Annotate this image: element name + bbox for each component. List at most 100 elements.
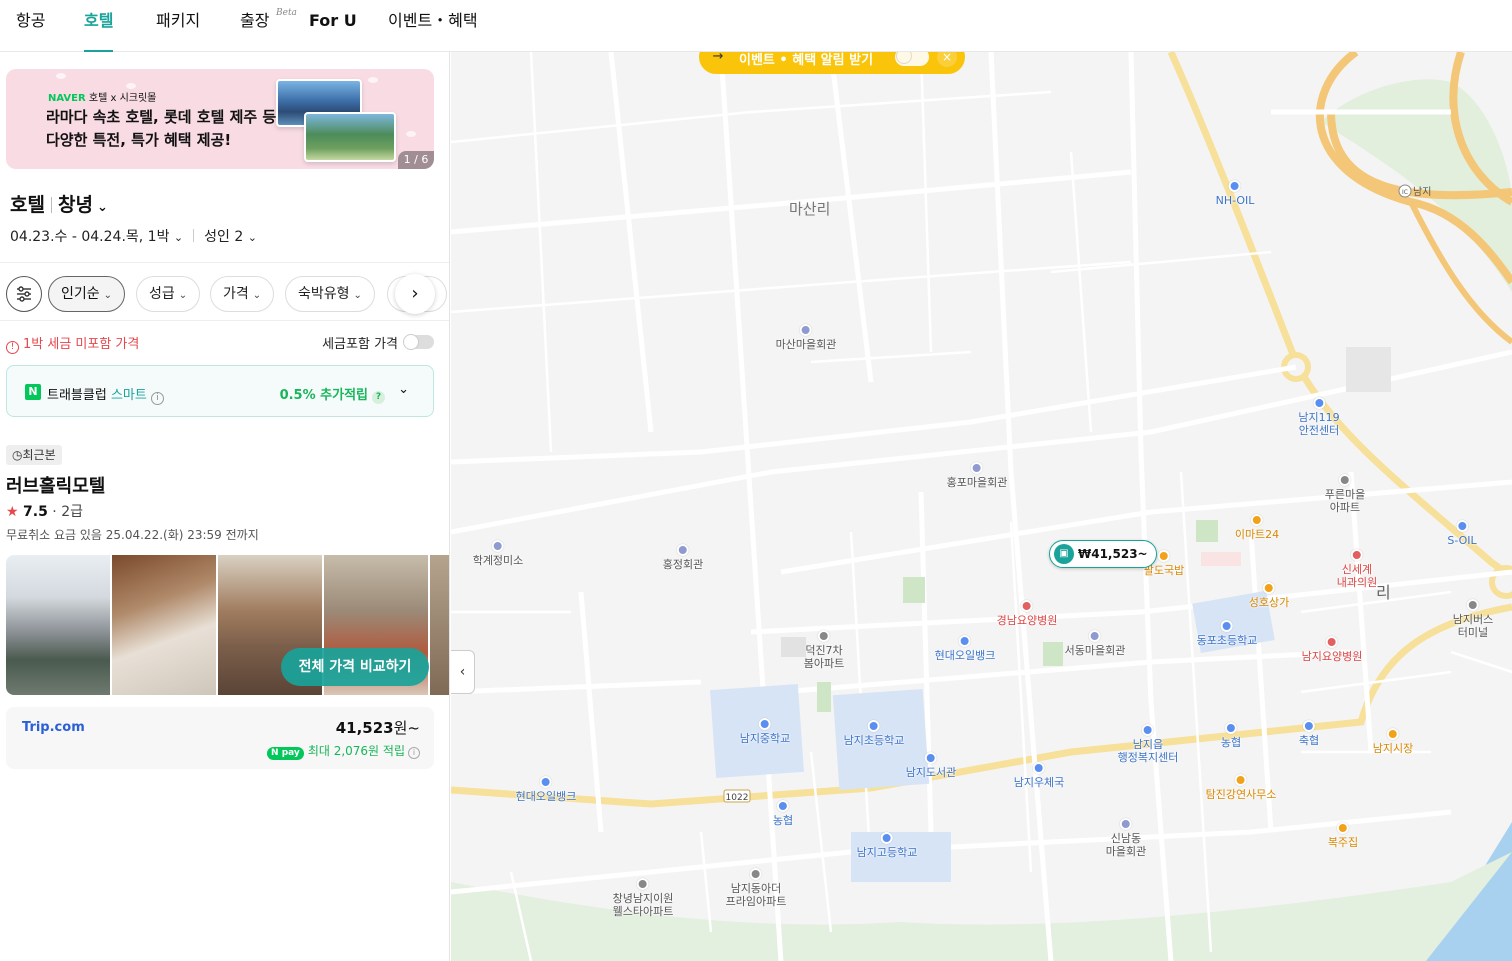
area-label: 마산리 xyxy=(789,200,831,218)
chevron-right-icon[interactable]: › xyxy=(395,274,435,314)
poi-marker-icon xyxy=(1225,722,1237,734)
map-poi[interactable]: 마산마을회관 xyxy=(776,324,836,351)
map-poi[interactable]: 남지119 안전센터 xyxy=(1298,397,1340,437)
petal-decoration xyxy=(56,73,66,79)
poi-label: 농협 xyxy=(1220,736,1242,749)
map-poi[interactable]: 남지중학교 xyxy=(740,718,790,745)
map-poi[interactable]: 남지동아더 프라임아파트 xyxy=(726,868,786,908)
map-poi[interactable]: 서동마을회관 xyxy=(1064,630,1126,657)
poi-marker-icon xyxy=(1386,728,1399,740)
banner-headline: 라마다 속초 호텔, 롯데 호텔 제주 등 xyxy=(46,108,277,126)
map-poi[interactable]: 성호상가 xyxy=(1249,582,1289,609)
poi-label: 남지읍 xyxy=(1132,738,1164,751)
naver-n-icon: N xyxy=(25,384,41,400)
stay-type-filter[interactable]: 숙박유형 ⌄ xyxy=(285,276,375,312)
tab-packages[interactable]: 패키지 xyxy=(156,0,200,52)
banner-subheadline: 다양한 특전, 특가 혜택 제공! xyxy=(46,131,232,149)
poi-label: 마을회관 xyxy=(1105,845,1147,858)
poi-marker-icon xyxy=(867,720,880,732)
poi-label: 창녕남지이원 xyxy=(612,892,674,905)
map-poi[interactable]: 이마트24 xyxy=(1235,514,1279,541)
chevron-down-icon[interactable]: ⌄ xyxy=(398,382,409,397)
poi-marker-icon xyxy=(539,776,552,788)
filter-settings-button[interactable] xyxy=(6,276,42,312)
poi-label: 동포초등학교 xyxy=(1196,634,1258,647)
collapse-panel-button[interactable]: ‹ xyxy=(451,650,475,694)
map-poi[interactable]: 탐진강연사무소 xyxy=(1206,774,1276,801)
map-poi[interactable]: 남지시장 xyxy=(1373,728,1413,755)
tab-events[interactable]: 이벤트・혜택 xyxy=(388,0,478,52)
map-poi[interactable]: 남지초등학교 xyxy=(844,720,904,747)
promo-banner[interactable]: NAVER 호텔 x 시크릿몰 라마다 속초 호텔, 롯데 호텔 제주 등 다양… xyxy=(6,69,434,169)
map-poi[interactable]: 신남동 마을회관 xyxy=(1106,818,1146,858)
chevron-down-icon: ⌄ xyxy=(103,290,113,301)
sort-dropdown[interactable]: 인기순 ⌄ xyxy=(48,276,126,312)
compare-prices-button[interactable]: 전체 가격 비교하기 xyxy=(281,648,429,686)
map-poi[interactable]: 남지버스 터미널 xyxy=(1453,599,1493,639)
map-poi[interactable]: 남지요양병원 xyxy=(1302,636,1362,663)
map-poi[interactable]: NH-OIL xyxy=(1216,180,1254,207)
poi-marker-icon xyxy=(817,630,830,642)
tab-business-trip[interactable]: 출장 xyxy=(240,0,269,52)
map-poi[interactable]: 축협 xyxy=(1299,720,1319,747)
map-poi[interactable]: 남지읍 행정복지센터 xyxy=(1118,724,1178,764)
hotel-photo[interactable] xyxy=(430,555,449,695)
poi-marker-icon xyxy=(1337,822,1349,834)
poi-marker-icon xyxy=(1032,762,1045,774)
map-view[interactable]: 1022 IC 남지 리 마산리 마산마을회관 홍포마을회관 학계정미소 홍정회관 NH… xyxy=(451,52,1512,961)
banner-brand: NAVER 호텔 x 시크릿몰 xyxy=(48,93,157,104)
price-filter[interactable]: 가격 ⌄ xyxy=(210,276,275,312)
map-poi[interactable]: 홍정회관 xyxy=(663,544,703,571)
star-icon: ★ xyxy=(6,504,19,520)
map-poi[interactable]: 남지도서관 xyxy=(906,752,956,779)
tax-toggle[interactable] xyxy=(403,334,434,350)
tab-flights[interactable]: 항공 xyxy=(16,0,45,52)
hotel-price-pin[interactable]: ▣ ₩41,523~ xyxy=(1049,540,1157,568)
price-offer[interactable]: Trip.com 41,523원~ N pay 최대 2,076원 적립 i xyxy=(6,707,434,769)
hotel-photo[interactable] xyxy=(112,555,216,695)
map-poi[interactable]: 현대오일뱅크 xyxy=(935,635,995,662)
hotel-name[interactable]: 러브홀릭모텔 xyxy=(6,472,105,498)
info-icon[interactable]: i xyxy=(150,392,164,405)
chevron-down-icon: ⌄ xyxy=(173,231,184,244)
map-poi[interactable]: 경남요양병원 xyxy=(997,600,1057,627)
info-icon[interactable]: i xyxy=(408,747,420,759)
poi-marker-icon xyxy=(970,462,983,474)
grade-filter[interactable]: 성급 ⌄ xyxy=(136,276,201,312)
map-poi[interactable]: 학계정미소 xyxy=(473,540,523,567)
close-icon[interactable]: × xyxy=(937,52,957,67)
guest-selector[interactable]: 성인 2 ⌄ xyxy=(204,229,257,245)
poi-label: 신세계 xyxy=(1341,563,1373,576)
map-poi[interactable]: 창녕남지이원 웰스타아파트 xyxy=(612,878,674,918)
poi-label: 농협 xyxy=(772,814,794,827)
poi-marker-icon xyxy=(958,635,971,647)
alert-toggle[interactable] xyxy=(895,52,929,66)
search-breadcrumb[interactable]: 호텔 창녕 ⌄ xyxy=(10,190,108,217)
map-poi[interactable]: S-OIL xyxy=(1447,520,1477,547)
map-poi[interactable]: 홍포마을회관 xyxy=(947,462,1007,489)
map-poi[interactable]: 농협 xyxy=(773,800,793,827)
arrow-right-icon[interactable]: → xyxy=(707,52,729,68)
map-poi[interactable]: 동포초등학교 xyxy=(1196,620,1258,647)
map-poi[interactable]: 농협 xyxy=(1221,722,1241,749)
hotel-photo[interactable] xyxy=(6,555,110,695)
map-poi[interactable]: 푸른마을 아파트 xyxy=(1325,474,1365,514)
map-poi[interactable]: 복주집 xyxy=(1328,822,1358,849)
tab-hotels[interactable]: 호텔 xyxy=(84,0,114,52)
poi-label: 서동마을회관 xyxy=(1064,644,1126,657)
date-selector[interactable]: 04.23.수 - 04.24.목, 1박 ⌄ xyxy=(10,229,183,245)
map-poi[interactable]: 남지고등학교 xyxy=(856,832,918,859)
poi-label: 남지고등학교 xyxy=(856,846,918,859)
poi-label: 남지동아더 xyxy=(730,882,782,895)
travel-club-banner[interactable]: N 트래블클럽 스마트 i 0.5% 추가적립? ⌄ xyxy=(6,365,434,417)
help-icon[interactable]: ? xyxy=(372,391,385,404)
tab-for-u[interactable]: For U xyxy=(309,0,357,52)
category-label: 호텔 xyxy=(10,194,45,216)
poi-marker-icon xyxy=(1235,774,1247,786)
map-poi[interactable]: 신세계 내과의원 xyxy=(1337,549,1377,589)
map-poi[interactable]: 현대오일뱅크 xyxy=(516,776,576,803)
map-poi[interactable]: 덕진7차 봄아파트 xyxy=(804,630,844,670)
cancel-policy: 무료취소 요금 있음 25.04.22.(화) 23:59 전까지 xyxy=(6,528,259,542)
map-poi[interactable]: 남지우체국 xyxy=(1014,762,1064,789)
chevron-down-icon: ⌄ xyxy=(96,200,108,215)
